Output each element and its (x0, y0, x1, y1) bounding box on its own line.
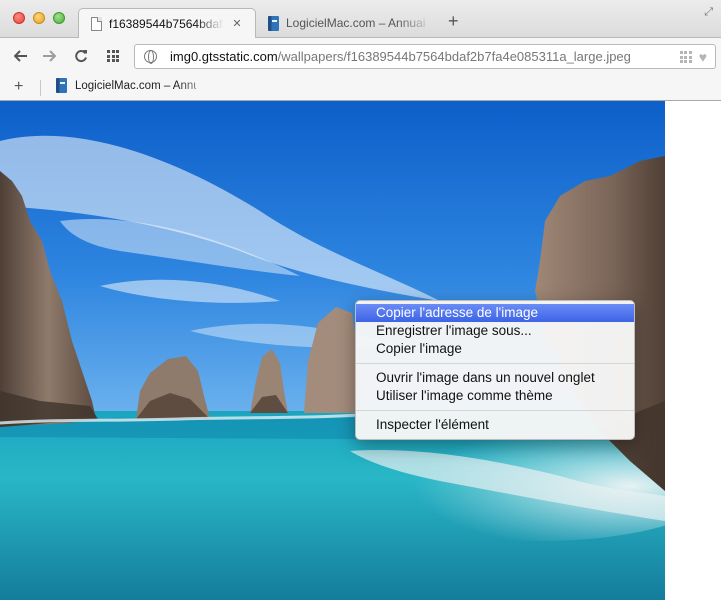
fullscreen-icon[interactable]: ⤢ (704, 6, 713, 19)
address-bar[interactable]: img0.gtsstatic.com/wallpapers/f16389544b… (134, 44, 716, 69)
bookmark-heart-icon[interactable]: ♥ (699, 50, 707, 64)
tab-wallpaper-image[interactable]: f16389544b7564bdaf2b7f ✕ (78, 8, 256, 38)
add-bookmark-button[interactable]: + (14, 78, 23, 96)
bookmark-label: LogicielMac.com – Annuaire (75, 79, 196, 92)
bookmarks-bar: + LogicielMac.com – Annuaire (0, 75, 721, 101)
url-text[interactable]: img0.gtsstatic.com/wallpapers/f16389544b… (170, 49, 650, 64)
tab-label: f16389544b7564bdaf2b7f (109, 16, 224, 31)
bookmarks-divider (40, 80, 41, 96)
menu-item-copy-image-address[interactable]: Copier l'adresse de l'image (356, 304, 634, 322)
forward-arrow-icon[interactable] (40, 47, 58, 65)
menu-divider (356, 410, 634, 411)
tab-logicielmac[interactable]: LogicielMac.com – Annuai (256, 8, 446, 38)
document-icon (91, 16, 102, 31)
menu-divider (356, 363, 634, 364)
site-favicon-icon (268, 15, 279, 31)
menu-item-inspect-element[interactable]: Inspecter l'élément (356, 416, 634, 434)
url-path: /wallpapers/f16389544b7564bdaf2b7fa4e085… (277, 49, 631, 64)
reload-icon[interactable] (72, 47, 90, 65)
apps-grid-icon[interactable] (104, 47, 122, 65)
menu-item-use-image-as-theme[interactable]: Utiliser l'image comme thème (356, 387, 634, 405)
browser-toolbar: img0.gtsstatic.com/wallpapers/f16389544b… (0, 38, 721, 75)
globe-icon (144, 50, 157, 64)
menu-item-open-image-new-tab[interactable]: Ouvrir l'image dans un nouvel onglet (356, 369, 634, 387)
url-host: img0.gtsstatic.com (170, 49, 278, 64)
site-favicon-icon (56, 78, 67, 93)
page-viewport: Copier l'adresse de l'image Enregistrer … (0, 101, 721, 600)
close-window-button[interactable] (13, 12, 25, 24)
context-menu: Copier l'adresse de l'image Enregistrer … (355, 300, 635, 440)
extension-grid-icon[interactable] (679, 51, 692, 63)
close-tab-icon[interactable]: ✕ (231, 17, 243, 30)
minimize-window-button[interactable] (33, 12, 45, 24)
back-arrow-icon[interactable] (12, 47, 30, 65)
zoom-window-button[interactable] (53, 12, 65, 24)
window-titlebar: f16389544b7564bdaf2b7f ✕ LogicielMac.com… (0, 0, 721, 38)
menu-item-copy-image[interactable]: Copier l'image (356, 340, 634, 358)
bookmark-logicielmac[interactable]: LogicielMac.com – Annuaire (56, 78, 196, 93)
menu-item-save-image-as[interactable]: Enregistrer l'image sous... (356, 322, 634, 340)
tab-label: LogicielMac.com – Annuai (286, 16, 426, 30)
new-tab-button[interactable]: + (448, 12, 459, 30)
